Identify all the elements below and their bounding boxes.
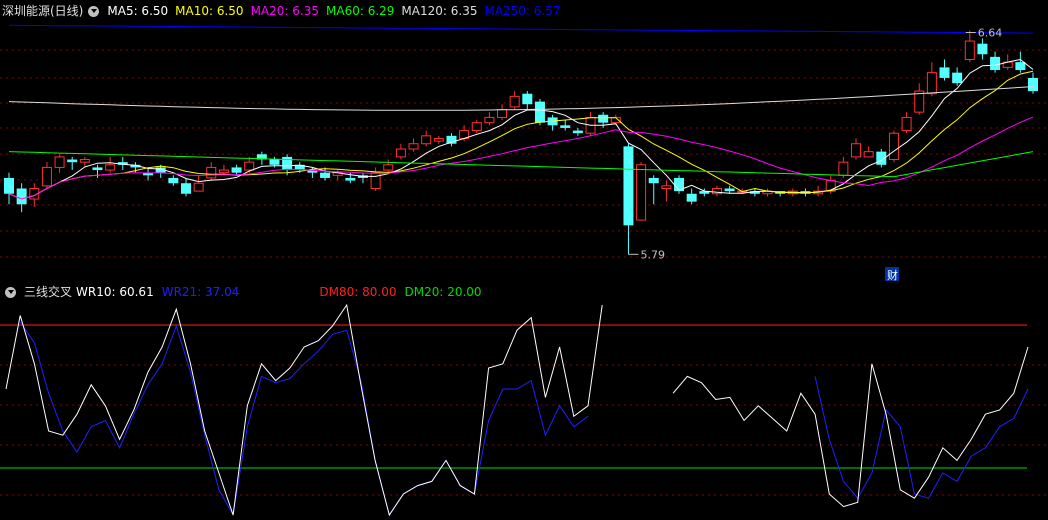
wr10-line [5,303,1029,517]
wr-indicator-chart[interactable] [0,0,1048,520]
wr21-line [19,321,1029,517]
